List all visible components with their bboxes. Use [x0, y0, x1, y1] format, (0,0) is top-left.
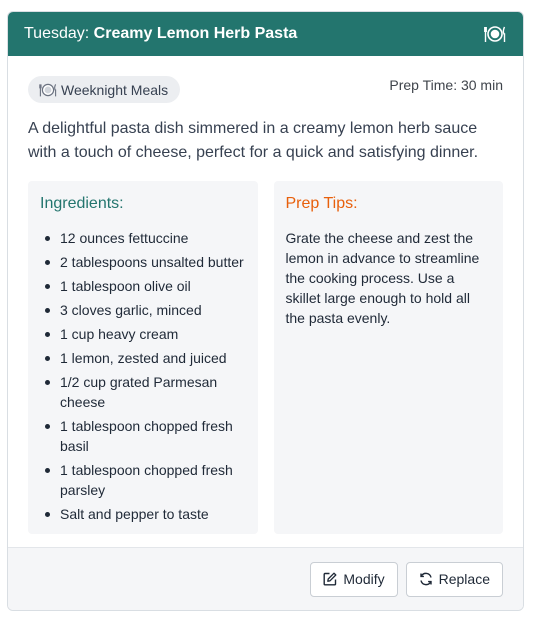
card-body: Weeknight Meals Prep Time: 30 min A deli… — [8, 56, 523, 534]
ingredient-item: 1 lemon, zested and juiced — [40, 348, 246, 368]
ingredient-item: 1 cup heavy cream — [40, 324, 246, 344]
meal-card: Tuesday: Creamy Lemon Herb Pasta Weeknig… — [7, 11, 524, 611]
ingredient-item: 1 tablespoon chopped fresh parsley — [40, 460, 246, 500]
replace-button[interactable]: Replace — [405, 561, 503, 597]
edit-icon — [323, 572, 337, 586]
prep-tips-text: Grate the cheese and zest the lemon in a… — [285, 230, 480, 326]
recipe-panels: Ingredients: 12 ounces fettuccine 2 tabl… — [28, 181, 503, 534]
prep-time: Prep Time: 30 min — [389, 77, 503, 93]
recipe-description: A delightful pasta dish simmered in a cr… — [28, 120, 479, 161]
meta-row: Weeknight Meals Prep Time: 30 min — [28, 75, 503, 105]
ingredient-item: 3 cloves garlic, minced — [40, 300, 246, 320]
meal-day: Tuesday: — [24, 25, 90, 42]
prep-tips-panel: Prep Tips: Grate the cheese and zest the… — [273, 181, 503, 534]
ingredient-list: 12 ounces fettuccine 2 tablespoons unsal… — [40, 228, 246, 524]
ingredient-item: 1 tablespoon chopped fresh basil — [40, 416, 246, 456]
replace-label: Replace — [438, 571, 490, 587]
category-label: Weeknight Meals — [61, 81, 169, 98]
ingredients-title: Ingredients: — [40, 195, 124, 212]
prep-tips-title: Prep Tips: — [285, 195, 358, 212]
card-header: Tuesday: Creamy Lemon Herb Pasta — [8, 12, 523, 56]
plate-cutlery-icon — [39, 82, 57, 98]
card-footer: Modify Replace — [8, 547, 523, 610]
category-badge: Weeknight Meals — [28, 76, 181, 103]
plate-cutlery-icon — [483, 22, 507, 46]
modify-button[interactable]: Modify — [310, 561, 398, 597]
ingredient-item: 1/2 cup grated Parmesan cheese — [40, 372, 246, 412]
refresh-icon — [419, 572, 433, 586]
ingredient-item: Salt and pepper to taste — [40, 504, 246, 524]
ingredient-item: 1 tablespoon olive oil — [40, 276, 246, 296]
meal-title: Tuesday: Creamy Lemon Herb Pasta — [24, 25, 297, 43]
ingredients-panel: Ingredients: 12 ounces fettuccine 2 tabl… — [28, 181, 258, 534]
recipe-name: Creamy Lemon Herb Pasta — [93, 25, 298, 42]
modify-label: Modify — [343, 571, 385, 587]
ingredient-item: 12 ounces fettuccine — [40, 228, 246, 248]
ingredient-item: 2 tablespoons unsalted butter — [40, 252, 246, 272]
